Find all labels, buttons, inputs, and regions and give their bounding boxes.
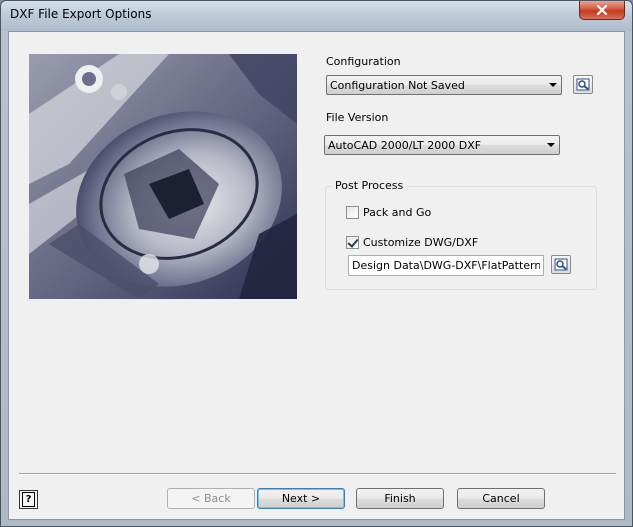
- chevron-down-icon: [547, 143, 555, 147]
- finish-button[interactable]: Finish: [356, 488, 444, 509]
- magnify-document-icon: [554, 258, 568, 271]
- file-version-selected: AutoCAD 2000/LT 2000 DXF: [328, 139, 482, 152]
- title-bar[interactable]: DXF File Export Options: [1, 1, 632, 31]
- customize-check-box[interactable]: [346, 236, 359, 249]
- customize-dwg-dxf-checkbox[interactable]: Customize DWG/DXF: [346, 236, 478, 249]
- cancel-button[interactable]: Cancel: [457, 488, 545, 509]
- dialog-client-area: Configuration Configuration Not Saved Fi…: [8, 31, 625, 520]
- configuration-dropdown[interactable]: Configuration Not Saved: [326, 75, 562, 95]
- customize-browse-button[interactable]: [551, 255, 571, 274]
- close-icon: [596, 5, 608, 15]
- help-button[interactable]: ?: [19, 490, 38, 509]
- file-version-dropdown[interactable]: AutoCAD 2000/LT 2000 DXF: [324, 135, 560, 155]
- chevron-down-icon: [549, 83, 557, 87]
- pack-and-go-checkbox[interactable]: Pack and Go: [346, 206, 431, 219]
- close-button[interactable]: [579, 1, 625, 20]
- customize-path-field[interactable]: [348, 255, 544, 276]
- configuration-selected: Configuration Not Saved: [330, 79, 465, 92]
- back-button[interactable]: < Back: [167, 488, 255, 509]
- configuration-browse-button[interactable]: [573, 75, 593, 94]
- pack-and-go-label: Pack and Go: [363, 206, 432, 219]
- next-button[interactable]: Next >: [257, 488, 345, 509]
- configuration-label: Configuration: [326, 55, 401, 68]
- help-icon: ?: [22, 492, 35, 507]
- magnify-document-icon: [576, 78, 590, 91]
- post-process-title: Post Process: [332, 179, 407, 192]
- customize-path-input[interactable]: [349, 256, 543, 275]
- dialog-window: DXF File Export Options Configuration Co…: [0, 0, 633, 527]
- customize-label: Customize DWG/DXF: [363, 236, 479, 249]
- file-version-label: File Version: [326, 111, 389, 124]
- window-title: DXF File Export Options: [10, 7, 152, 21]
- preview-image: [29, 54, 297, 299]
- pack-and-go-check-box[interactable]: [346, 206, 359, 219]
- footer-separator: [19, 473, 616, 475]
